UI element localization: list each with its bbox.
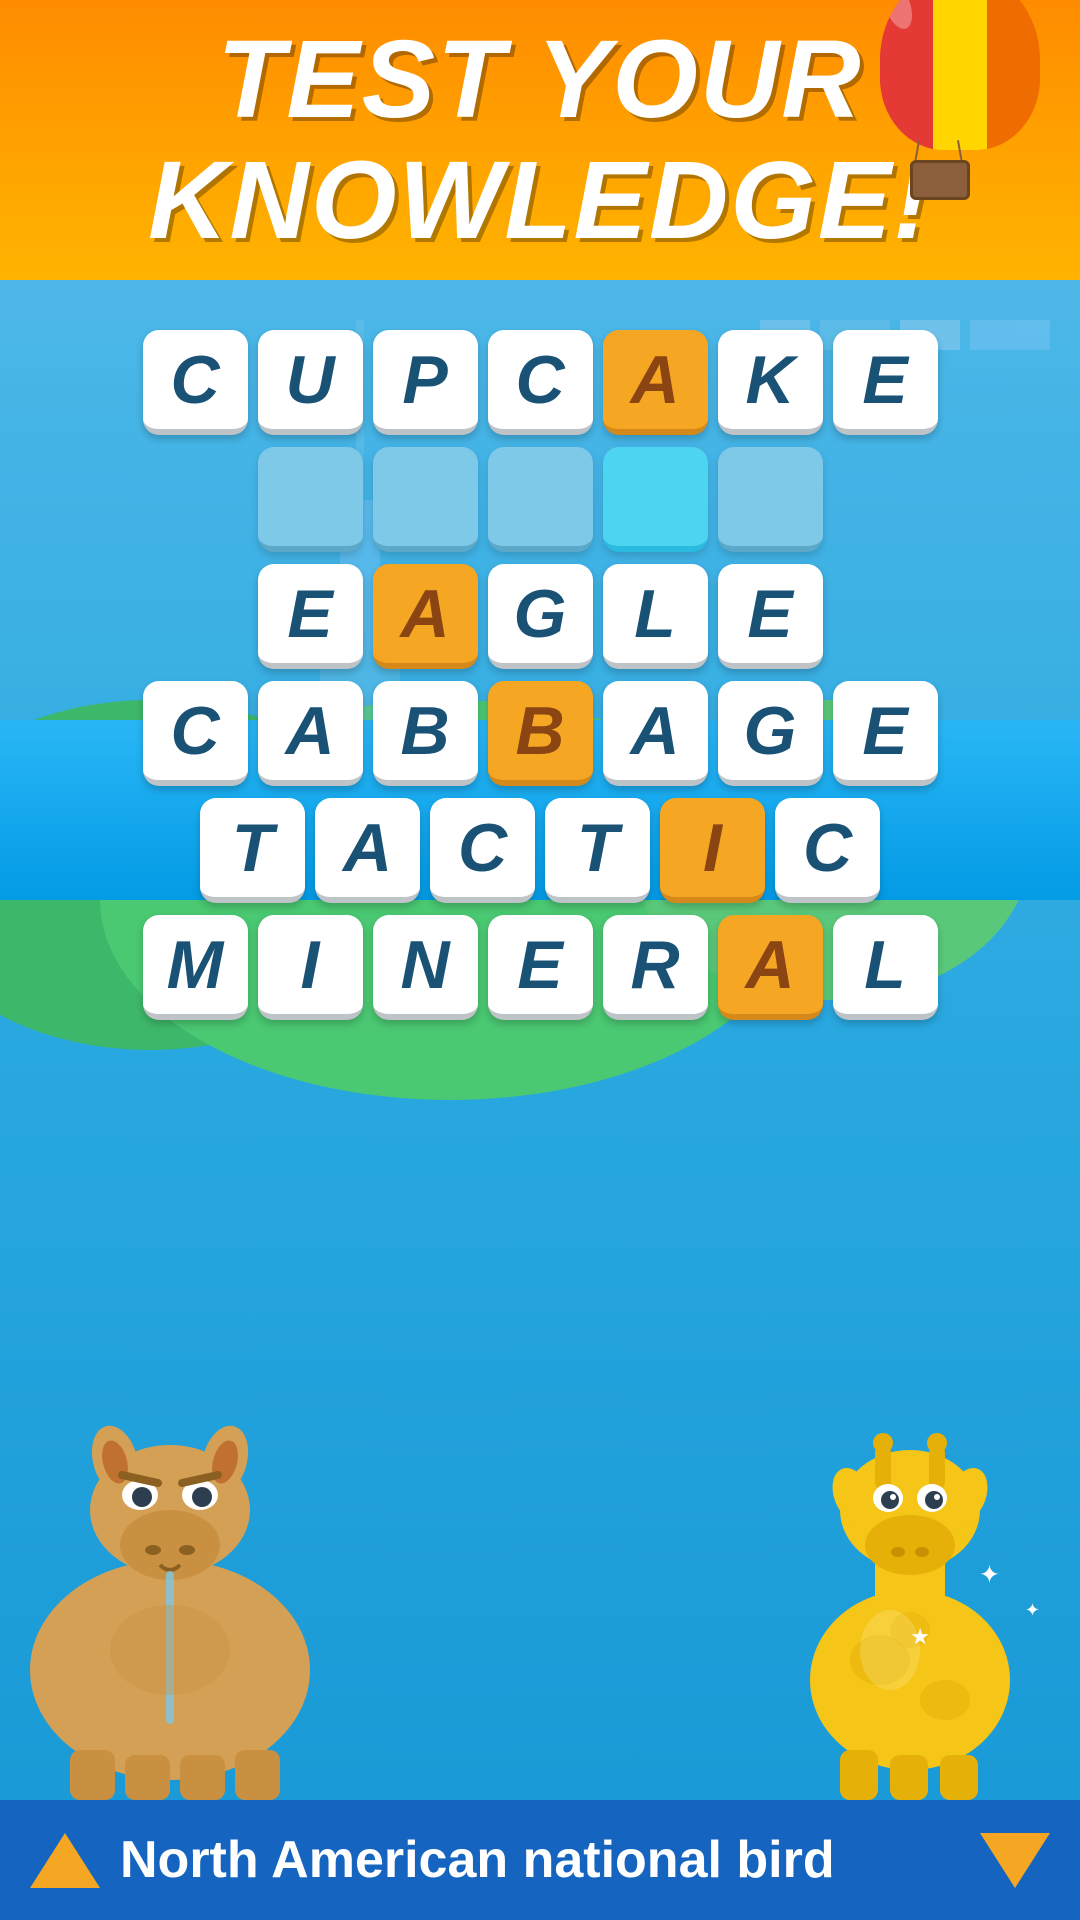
- tile-blank-4-bright[interactable]: [603, 447, 708, 552]
- tile-b-gold[interactable]: B: [488, 681, 593, 786]
- tile-g2[interactable]: G: [718, 681, 823, 786]
- word-row-cupcake: C U P C A K E: [143, 330, 938, 435]
- tile-m[interactable]: M: [143, 915, 248, 1020]
- tile-a3[interactable]: A: [315, 798, 420, 903]
- tile-u[interactable]: U: [258, 330, 363, 435]
- tile-a-gold-2[interactable]: A: [373, 564, 478, 669]
- characters-area: ✦ ✦ ★: [0, 1300, 1080, 1800]
- word-row-eagle: E A G L E: [258, 564, 823, 669]
- tile-p[interactable]: P: [373, 330, 478, 435]
- tile-n[interactable]: N: [373, 915, 478, 1020]
- tile-e2[interactable]: E: [258, 564, 363, 669]
- title-line1: TEST YOUR: [148, 19, 932, 140]
- tile-blank-5[interactable]: [718, 447, 823, 552]
- tile-c1[interactable]: C: [143, 330, 248, 435]
- hint-text: North American national bird: [120, 1830, 960, 1890]
- tile-a-gold-3[interactable]: A: [718, 915, 823, 1020]
- tile-e4[interactable]: E: [833, 681, 938, 786]
- tile-c5[interactable]: C: [775, 798, 880, 903]
- word-row-mineral: M I N E R A L: [143, 915, 938, 1020]
- sparkle-3: ★: [910, 1624, 930, 1650]
- tile-c3[interactable]: C: [143, 681, 248, 786]
- word-row-blank: [258, 447, 823, 552]
- right-character: ✦ ✦ ★: [760, 1380, 1060, 1800]
- triangle-up-icon: [30, 1833, 100, 1888]
- next-button[interactable]: [980, 1825, 1050, 1895]
- tile-b1[interactable]: B: [373, 681, 478, 786]
- balloon-envelope: [880, 0, 1040, 150]
- tile-l[interactable]: L: [603, 564, 708, 669]
- tile-c4[interactable]: C: [430, 798, 535, 903]
- title-line2: KNOWLEDGE!: [148, 140, 932, 261]
- sparkle-1: ✦: [979, 1560, 1000, 1590]
- prev-button[interactable]: [30, 1825, 100, 1895]
- tile-e1[interactable]: E: [833, 330, 938, 435]
- tile-blank-2[interactable]: [373, 447, 478, 552]
- hot-air-balloon: [860, 0, 1060, 220]
- sparkle-2: ✦: [1025, 1600, 1040, 1621]
- tile-i-gold[interactable]: I: [660, 798, 765, 903]
- word-row-cabbage: C A B B A G E: [143, 681, 938, 786]
- tile-l2[interactable]: L: [833, 915, 938, 1020]
- tile-t2[interactable]: T: [545, 798, 650, 903]
- bottom-navigation-bar: North American national bird: [0, 1800, 1080, 1920]
- tile-t1[interactable]: T: [200, 798, 305, 903]
- tile-blank-1[interactable]: [258, 447, 363, 552]
- left-character: [0, 1350, 370, 1800]
- tile-a2[interactable]: A: [603, 681, 708, 786]
- tile-a1[interactable]: A: [258, 681, 363, 786]
- tile-c2[interactable]: C: [488, 330, 593, 435]
- tile-r[interactable]: R: [603, 915, 708, 1020]
- tile-e5[interactable]: E: [488, 915, 593, 1020]
- tile-g[interactable]: G: [488, 564, 593, 669]
- tile-i1[interactable]: I: [258, 915, 363, 1020]
- word-grid: C U P C A K E E A G L E C A B B A G E T …: [0, 330, 1080, 1020]
- tile-blank-3[interactable]: [488, 447, 593, 552]
- tile-e3[interactable]: E: [718, 564, 823, 669]
- triangle-down-icon: [980, 1833, 1050, 1888]
- word-row-tactic: T A C T I C: [200, 798, 880, 903]
- page-title: TEST YOUR KNOWLEDGE!: [148, 19, 932, 261]
- tile-k[interactable]: K: [718, 330, 823, 435]
- tile-a-gold-1[interactable]: A: [603, 330, 708, 435]
- balloon-basket: [910, 160, 970, 200]
